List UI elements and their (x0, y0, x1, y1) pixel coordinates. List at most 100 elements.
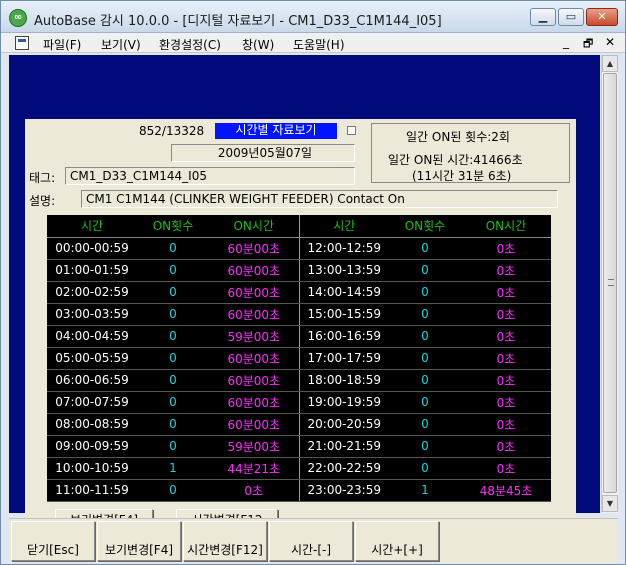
close-button[interactable]: 닫기[Esc] (11, 521, 95, 561)
cell-on-time-am: 44분21초 (209, 457, 300, 480)
mdi-close-icon[interactable]: ✕ (605, 35, 615, 49)
cell-on-time-am: 60분00초 (209, 259, 300, 282)
cell-on-time-pm: 0초 (461, 237, 551, 260)
cell-on-time-am: 60분00초 (209, 369, 300, 392)
minimize-button[interactable]: ▁ (530, 8, 556, 26)
time-plus-button[interactable]: 시간+[+] (355, 521, 439, 561)
cell-time-am: 10:00-10:59 (47, 457, 137, 480)
close-window-button[interactable]: ✕ (586, 8, 618, 26)
cell-on-count-pm: 0 (389, 259, 461, 282)
hourly-data-table: 시간 ON횟수 ON시간 시간 ON횟수 ON시간 00:00-00:59 0 60… (47, 215, 551, 502)
cell-on-count-am: 0 (137, 413, 209, 436)
mode-checkbox[interactable] (347, 126, 356, 135)
cell-on-time-am: 60분00초 (209, 347, 300, 370)
cell-time-pm: 15:00-15:59 (299, 303, 389, 326)
daily-on-time: 일간 ON된 시간:41466초 (388, 153, 523, 167)
app-window: ∞ AutoBase 감시 10.0.0 - [디지털 자료보기 - CM1_D… (0, 0, 626, 565)
title-bar[interactable]: ∞ AutoBase 감시 10.0.0 - [디지털 자료보기 - CM1_D… (1, 1, 625, 33)
scroll-thumb[interactable] (603, 73, 617, 493)
mdi-minimize-icon[interactable]: _ (563, 35, 569, 49)
cell-time-am: 11:00-11:59 (47, 479, 137, 502)
col-header-on-count-pm: ON횟수 (389, 215, 461, 238)
cell-on-time-pm: 0초 (461, 457, 551, 480)
menu-bar: 파일(F) 보기(V) 환경설정(C) 창(W) 도움말(H) _ 🗗 ✕ (1, 33, 625, 53)
table-row: 04:00-04:59 0 59분00초 16:00-16:59 0 0초 (47, 325, 551, 348)
description-label: 설명: (29, 194, 56, 208)
maximize-button[interactable]: ▭ (558, 8, 584, 26)
mdi-restore-icon[interactable]: 🗗 (583, 35, 593, 54)
cell-on-time-am: 60분00초 (209, 237, 300, 260)
cell-on-count-am: 0 (137, 347, 209, 370)
table-row: 01:00-01:59 0 60분00초 13:00-13:59 0 0초 (47, 259, 551, 282)
table-row: 00:00-00:59 0 60분00초 12:00-12:59 0 0초 (47, 237, 551, 260)
cell-on-time-am: 60분00초 (209, 413, 300, 436)
cell-on-time-pm: 0초 (461, 391, 551, 414)
autobase-logo-icon: ∞ (9, 9, 27, 27)
daily-on-time-detail: (11시간 31분 6초) (412, 169, 512, 183)
cell-on-count-am: 0 (137, 325, 209, 348)
cell-on-count-pm: 0 (389, 435, 461, 458)
cell-on-count-am: 0 (137, 303, 209, 326)
cell-time-am: 00:00-00:59 (47, 237, 137, 260)
menu-view[interactable]: 보기(V) (101, 36, 141, 53)
bottom-time-change-button[interactable]: 시간변경[F12] (183, 521, 267, 561)
daily-summary-box: 일간 ON된 횟수:2회 일간 ON된 시간:41466초 (11시간 31분 … (371, 123, 570, 183)
cell-on-count-pm: 0 (389, 303, 461, 326)
cell-on-time-pm: 0초 (461, 259, 551, 282)
cell-time-am: 06:00-06:59 (47, 369, 137, 392)
cell-on-count-pm: 1 (389, 479, 461, 502)
cell-on-count-am: 0 (137, 435, 209, 458)
cell-time-pm: 22:00-22:59 (299, 457, 389, 480)
menu-window[interactable]: 창(W) (242, 36, 274, 53)
mdi-client-area: 852/13328 시간별 자료보기 2009년05월07일 태그: CM1_D… (9, 55, 600, 539)
menu-settings[interactable]: 환경설정(C) (159, 36, 221, 53)
cell-on-count-pm: 0 (389, 237, 461, 260)
cell-time-pm: 19:00-19:59 (299, 391, 389, 414)
cell-time-am: 01:00-01:59 (47, 259, 137, 282)
time-minus-button[interactable]: 시간-[-] (269, 521, 353, 561)
cell-on-time-pm: 0초 (461, 369, 551, 392)
cell-time-am: 04:00-04:59 (47, 325, 137, 348)
cell-on-count-am: 0 (137, 237, 209, 260)
mode-label: 시간별 자료보기 (215, 123, 337, 139)
cell-time-pm: 18:00-18:59 (299, 369, 389, 392)
digital-data-panel: 852/13328 시간별 자료보기 2009년05월07일 태그: CM1_D… (25, 119, 576, 539)
cell-on-count-pm: 0 (389, 391, 461, 414)
cell-time-am: 05:00-05:59 (47, 347, 137, 370)
table-row: 05:00-05:59 0 60분00초 17:00-17:59 0 0초 (47, 347, 551, 370)
window-title: AutoBase 감시 10.0.0 - [디지털 자료보기 - CM1_D33… (34, 14, 442, 29)
document-icon[interactable] (15, 36, 29, 50)
cell-on-time-pm: 0초 (461, 303, 551, 326)
cell-time-am: 07:00-07:59 (47, 391, 137, 414)
scroll-down-icon[interactable]: ▼ (602, 495, 618, 512)
menu-file[interactable]: 파일(F) (43, 36, 81, 53)
col-header-on-time-pm: ON시간 (461, 215, 551, 238)
table-row: 10:00-10:59 1 44분21초 22:00-22:59 0 0초 (47, 457, 551, 480)
vertical-scrollbar[interactable]: ▲ ▼ (601, 55, 618, 513)
cell-time-am: 08:00-08:59 (47, 413, 137, 436)
table-row: 03:00-03:59 0 60분00초 15:00-15:59 0 0초 (47, 303, 551, 326)
cell-time-pm: 23:00-23:59 (299, 479, 389, 502)
col-header-on-count: ON횟수 (137, 215, 209, 238)
table-row: 11:00-11:59 0 0초 23:00-23:59 1 48분45초 (47, 479, 551, 502)
restore-icon: ▭ (565, 10, 577, 23)
cell-on-time-pm: 0초 (461, 413, 551, 436)
tag-label: 태그: (29, 171, 56, 185)
minimize-icon: ▁ (538, 10, 548, 23)
cell-on-time-am: 60분00초 (209, 391, 300, 414)
menu-help[interactable]: 도움말(H) (293, 36, 345, 53)
cell-on-time-am: 59분00초 (209, 325, 300, 348)
table-row: 06:00-06:59 0 60분00초 18:00-18:59 0 0초 (47, 369, 551, 392)
cell-on-count-pm: 0 (389, 413, 461, 436)
cell-time-am: 03:00-03:59 (47, 303, 137, 326)
cell-on-count-am: 1 (137, 457, 209, 480)
cell-on-time-am: 0초 (209, 479, 300, 502)
date-display: 2009년05월07일 (171, 144, 355, 162)
bottom-view-change-button[interactable]: 보기변경[F4] (97, 521, 181, 561)
table-row: 08:00-08:59 0 60분00초 20:00-20:59 0 0초 (47, 413, 551, 436)
scroll-up-icon[interactable]: ▲ (602, 55, 618, 72)
cell-on-time-pm: 0초 (461, 325, 551, 348)
cell-on-time-am: 60분00초 (209, 303, 300, 326)
table-row: 07:00-07:59 0 60분00초 19:00-19:59 0 0초 (47, 391, 551, 414)
cell-time-pm: 17:00-17:59 (299, 347, 389, 370)
